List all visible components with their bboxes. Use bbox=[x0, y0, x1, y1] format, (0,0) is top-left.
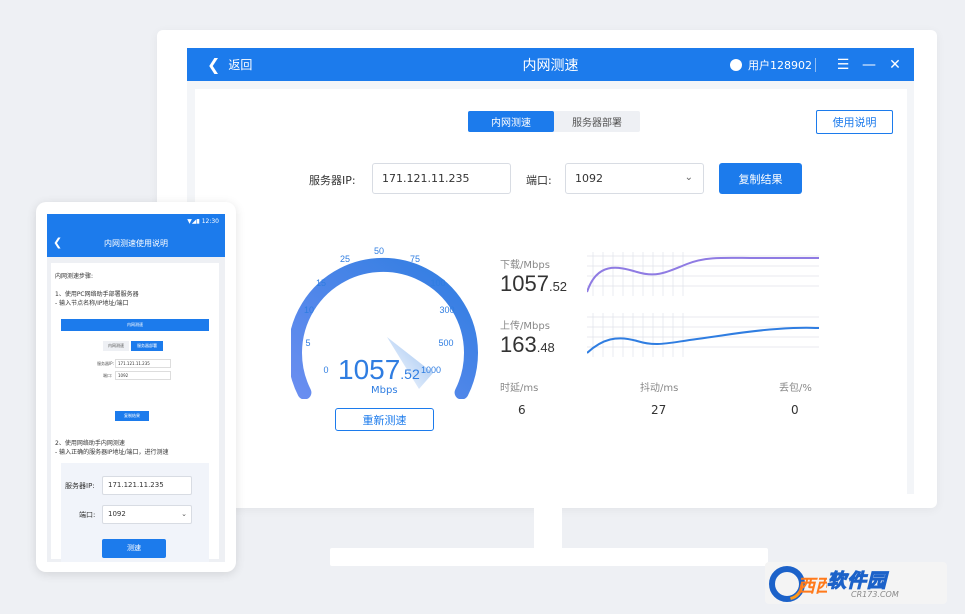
phone-server-ip-input[interactable]: 171.121.11.235 bbox=[102, 476, 192, 495]
upload-chart bbox=[587, 313, 819, 357]
upload-value-int: 163 bbox=[500, 332, 537, 357]
menu-icon[interactable]: ☰ bbox=[830, 57, 856, 73]
mini-label: 端口: bbox=[103, 373, 113, 378]
speedtest-window: ❮ 返回 内网测速 用户128902 ☰ — ✕ 内网测速 服务器部署 使用说明… bbox=[187, 48, 914, 494]
phone-port-value: 1092 bbox=[108, 510, 126, 518]
user-status-icon bbox=[730, 58, 742, 71]
copy-result-button[interactable]: 复制结果 bbox=[719, 163, 802, 194]
step2-sub: - 输入正确的服务器IP地址/端口，进行测速 bbox=[55, 449, 169, 456]
monitor-stand-neck bbox=[534, 508, 562, 548]
gauge-tick-label: 10 bbox=[304, 305, 314, 315]
phone-mockup: ▼◢▮ 12:30 ❮ 内网测速使用说明 内网测速步骤: 1、使用PC网络助手部… bbox=[36, 202, 236, 572]
help-button[interactable]: 使用说明 bbox=[816, 110, 893, 134]
port-label: 端口: bbox=[526, 174, 552, 187]
jitter-value: 27 bbox=[651, 403, 667, 417]
back-button[interactable]: ❮ 返回 bbox=[207, 56, 252, 73]
mini-label: 服务器IP: bbox=[97, 361, 114, 366]
chevron-left-icon: ❮ bbox=[207, 54, 221, 74]
chevron-down-icon: ⌄ bbox=[181, 510, 187, 518]
gauge-tick-label: 1000 bbox=[421, 365, 441, 375]
jitter-label: 抖动/ms bbox=[640, 383, 679, 394]
steps-title: 内网测速步骤: bbox=[55, 273, 94, 280]
phone-header: ❮ 内网测速使用说明 bbox=[47, 230, 225, 257]
phone-time: 12:30 bbox=[201, 218, 219, 225]
upload-line bbox=[587, 326, 819, 354]
gauge-value-int: 1057 bbox=[338, 354, 401, 385]
gauge-tick-label: 100 bbox=[430, 278, 445, 288]
step1-sub: - 输入节点名称/IP地址/端口 bbox=[55, 300, 129, 307]
download-label: 下载/Mbps bbox=[500, 260, 550, 271]
download-value: 1057.52 bbox=[500, 271, 567, 297]
phone-card: 内网测速步骤: 1、使用PC网络助手部署服务器 - 输入节点名称/IP地址/端口… bbox=[51, 263, 219, 562]
mini-tab-speedtest: 内网测速 bbox=[103, 341, 129, 351]
divider bbox=[815, 57, 816, 72]
back-label: 返回 bbox=[228, 58, 253, 72]
step2-text: 2、使用网络助手内网测速 bbox=[55, 440, 125, 447]
server-ip-label: 服务器IP: bbox=[309, 174, 356, 187]
download-value-dec: .52 bbox=[548, 279, 568, 294]
latency-value: 6 bbox=[518, 403, 526, 417]
tab-lan-speedtest[interactable]: 内网测速 bbox=[468, 111, 554, 132]
gauge-tick-label: 5 bbox=[305, 338, 310, 348]
tab-server-deploy[interactable]: 服务器部署 bbox=[554, 111, 640, 132]
download-line bbox=[587, 256, 819, 293]
user-label: 用户128902 bbox=[748, 58, 812, 72]
mini-input: 171.121.11.235 bbox=[115, 359, 171, 368]
signal-icon: ▼◢▮ bbox=[187, 218, 200, 225]
retest-button[interactable]: 重新测速 bbox=[335, 408, 434, 431]
step1-text: 1、使用PC网络助手部署服务器 bbox=[55, 291, 139, 298]
phone-test-button[interactable]: 测速 bbox=[102, 539, 166, 558]
watermark-sub: CR173.COM bbox=[851, 590, 899, 599]
gauge-value-dec: .52 bbox=[400, 366, 420, 382]
logo-icon: 西西 bbox=[769, 566, 827, 602]
gauge-tick-label: 15 bbox=[316, 278, 326, 288]
gauge-tick-label: 75 bbox=[410, 254, 420, 264]
gauge-tick-label: 0 bbox=[323, 365, 328, 375]
watermark-logo: 西西 软件园 CR173.COM bbox=[765, 562, 947, 604]
mini-screenshot: 内网测速 内网测速 服务器部署 服务器IP: 171.121.11.235 端口… bbox=[61, 319, 209, 434]
download-chart bbox=[587, 252, 819, 296]
port-value: 1092 bbox=[575, 172, 603, 185]
title-bar: ❮ 返回 内网测速 用户128902 ☰ — ✕ bbox=[187, 48, 914, 81]
phone-port-label: 端口: bbox=[79, 511, 96, 519]
phone-status-bar: ▼◢▮ 12:30 bbox=[47, 214, 225, 230]
download-value-int: 1057 bbox=[500, 271, 549, 296]
mini-button: 复制结果 bbox=[115, 411, 149, 421]
server-ip-input[interactable]: 171.121.11.235 bbox=[372, 163, 511, 194]
gauge-tick-label: 500 bbox=[438, 338, 453, 348]
phone-port-select[interactable]: 1092 ⌄ bbox=[102, 505, 192, 524]
packet-loss-label: 丢包/% bbox=[779, 383, 812, 394]
tab-bar: 内网测速 服务器部署 bbox=[468, 111, 640, 132]
gauge-tick-label: 25 bbox=[340, 254, 350, 264]
upload-label: 上传/Mbps bbox=[500, 321, 550, 332]
monitor-stand-base bbox=[330, 548, 768, 566]
watermark-text: 软件园 bbox=[826, 570, 888, 593]
gauge-tick-label: 300 bbox=[439, 305, 454, 315]
phone-server-ip-label: 服务器IP: bbox=[65, 482, 95, 490]
server-ip-value: 171.121.11.235 bbox=[382, 172, 470, 185]
packet-loss-value: 0 bbox=[791, 403, 799, 417]
mini-title-bar: 内网测速 bbox=[61, 319, 209, 331]
close-icon[interactable]: ✕ bbox=[882, 57, 908, 73]
phone-title: 内网测速使用说明 bbox=[104, 239, 168, 248]
upload-value-dec: .48 bbox=[536, 340, 555, 355]
svg-text:西西: 西西 bbox=[797, 576, 827, 596]
main-content: 内网测速 服务器部署 使用说明 服务器IP: 171.121.11.235 端口… bbox=[195, 89, 907, 494]
window-controls: ☰ — ✕ bbox=[815, 57, 908, 73]
port-select[interactable]: 1092 ⌄ bbox=[565, 163, 704, 194]
phone-body: 内网测速步骤: 1、使用PC网络助手部署服务器 - 输入节点名称/IP地址/端口… bbox=[47, 257, 225, 562]
gauge-value: 1057.52 bbox=[338, 354, 420, 386]
server-form: 服务器IP: 171.121.11.235 端口: 1092 ⌄ 复制结果 bbox=[195, 163, 907, 195]
chevron-down-icon: ⌄ bbox=[684, 172, 693, 183]
upload-value: 163.48 bbox=[500, 332, 555, 358]
mini-tab-deploy: 服务器部署 bbox=[131, 341, 163, 351]
chevron-left-icon[interactable]: ❮ bbox=[53, 236, 62, 249]
phone-form-panel: 服务器IP: 171.121.11.235 端口: 1092 ⌄ 测速 bbox=[61, 463, 209, 562]
user-badge[interactable]: 用户128902 bbox=[730, 57, 812, 73]
gauge-unit: Mbps bbox=[371, 385, 398, 396]
gauge-tick-label: 50 bbox=[374, 246, 384, 256]
minimize-icon[interactable]: — bbox=[856, 57, 882, 73]
mini-input: 1092 bbox=[115, 371, 171, 380]
latency-label: 时延/ms bbox=[500, 383, 539, 394]
